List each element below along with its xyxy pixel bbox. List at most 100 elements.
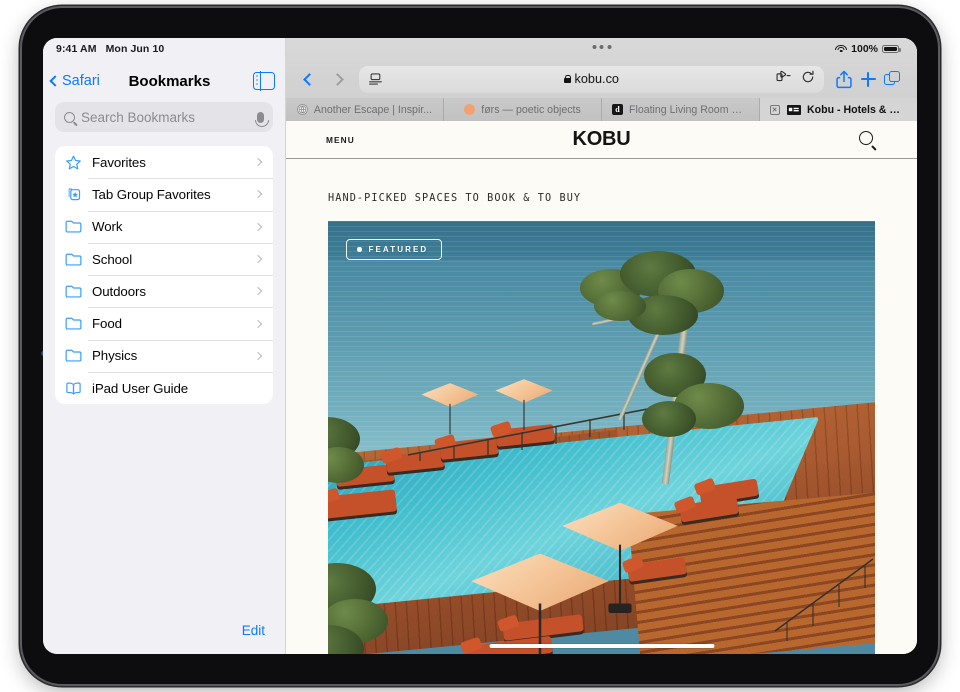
browser-toolbar: kobu.co <box>286 60 917 98</box>
folder-icon <box>65 218 82 235</box>
sidebar-item-outdoors[interactable]: Outdoors <box>55 275 273 307</box>
site-brand-logo[interactable]: KOBU <box>572 128 630 151</box>
wifi-icon <box>835 44 848 54</box>
tab-another-escape[interactable]: Another Escape | Inspir... <box>286 98 444 121</box>
sidebar-toggle-icon[interactable] <box>253 71 275 91</box>
orange-dot-icon <box>464 104 476 115</box>
chevron-left-icon <box>49 75 61 87</box>
tab-overview-button[interactable] <box>881 68 903 90</box>
sidebar-item-physics[interactable]: Physics <box>55 339 273 372</box>
chevron-right-icon <box>253 319 263 328</box>
back-button[interactable] <box>296 66 322 92</box>
tab-strip: Another Escape | Inspir... førs — poetic… <box>286 98 917 121</box>
status-bar-time: 9:41 AM <box>56 43 97 55</box>
status-bar-date: Mon Jun 10 <box>105 43 165 55</box>
chevron-right-icon <box>253 190 263 199</box>
site-menu-button[interactable]: MENU <box>326 135 355 145</box>
site-header: MENU KOBU <box>286 121 917 159</box>
multitask-grabber-icon[interactable] <box>592 45 611 49</box>
sidebar-item-label: School <box>92 251 133 267</box>
page-tagline: HAND-PICKED SPACES TO BOOK & TO BUY <box>328 193 582 204</box>
microphone-icon[interactable] <box>254 111 269 127</box>
sidebar-item-label: Work <box>92 219 123 235</box>
ipad-device-frame: 9:41 AM Mon Jun 10 Safari Bookmarks Sear… <box>19 5 941 687</box>
sidebar-item-ipad-user-guide[interactable]: iPad User Guide <box>55 372 273 404</box>
folder-icon <box>65 283 82 300</box>
dezeen-d-icon: d <box>612 104 623 115</box>
chevron-right-icon <box>253 351 263 361</box>
page-settings-icon[interactable] <box>368 72 383 86</box>
sidebar-item-work[interactable]: Work <box>55 210 273 243</box>
browser-chrome: 100% kobu.co Another Escape | Inspir... … <box>286 38 917 121</box>
badge-dot-icon <box>357 247 362 252</box>
sidebar-toggle-tick <box>255 79 258 81</box>
site-search-icon[interactable] <box>859 130 877 149</box>
share-button[interactable] <box>833 68 855 90</box>
bookmarks-list: Favorites Tab Group Favorites Work Schoo… <box>55 146 273 405</box>
status-bar: 9:41 AM Mon Jun 10 <box>43 38 285 60</box>
tab-label: Kobu - Hotels & Propert... <box>807 103 907 116</box>
folder-icon <box>65 251 82 268</box>
sidebar-item-label: Food <box>92 316 122 332</box>
deck-railing <box>408 406 658 461</box>
forward-button[interactable] <box>324 66 350 92</box>
search-input[interactable]: Search Bookmarks <box>55 102 273 132</box>
tab-label: Another Escape | Inspir... <box>313 103 433 116</box>
chevron-right-icon <box>253 157 263 167</box>
tab-floating-living-room[interactable]: d Floating Living Room Se... <box>602 98 760 121</box>
grabber-dot <box>607 45 611 49</box>
search-placeholder: Search Bookmarks <box>81 109 196 125</box>
plus-icon <box>860 71 876 87</box>
sidebar-item-food[interactable]: Food <box>55 307 273 339</box>
search-container: Search Bookmarks <box>43 102 285 140</box>
tabs-icon <box>884 71 900 87</box>
folder-icon <box>65 347 82 364</box>
chevron-right-icon <box>253 254 263 264</box>
grabber-dot <box>592 45 596 49</box>
sidebar-toggle-tick <box>255 75 258 77</box>
url-display: kobu.co <box>359 72 824 86</box>
folder-icon <box>65 315 82 332</box>
tab-label: Floating Living Room Se... <box>629 103 749 116</box>
home-indicator[interactable] <box>489 643 714 648</box>
new-tab-button[interactable] <box>857 68 879 90</box>
edit-bookmarks-button[interactable]: Edit <box>242 623 265 638</box>
address-bar-actions <box>776 70 815 89</box>
battery-percent-label: 100% <box>851 43 878 55</box>
sidebar-item-label: Physics <box>92 348 138 364</box>
chevron-right-icon <box>253 222 263 231</box>
reload-icon[interactable] <box>801 70 815 89</box>
extensions-puzzle-icon[interactable] <box>776 70 792 88</box>
lock-icon <box>564 75 571 83</box>
safari-browser-pane: 100% kobu.co Another Escape | Inspir... … <box>286 38 917 654</box>
tab-group-star-icon <box>65 186 82 203</box>
tab-fors-poetic-objects[interactable]: førs — poetic objects <box>444 98 602 121</box>
featured-badge-label: FEATURED <box>368 245 429 254</box>
close-icon[interactable] <box>770 104 780 115</box>
kobu-icon <box>787 104 801 115</box>
sidebar-item-label: Favorites <box>92 154 146 170</box>
sidebar-title: Bookmarks <box>128 72 211 90</box>
ipad-screen: 9:41 AM Mon Jun 10 Safari Bookmarks Sear… <box>43 38 917 654</box>
featured-badge[interactable]: FEATURED <box>346 239 443 260</box>
sidebar-item-favorites[interactable]: Favorites <box>55 146 273 178</box>
address-bar[interactable]: kobu.co <box>359 65 824 93</box>
sidebar-item-tab-group-favorites[interactable]: Tab Group Favorites <box>55 178 273 210</box>
sidebar-toggle-tick <box>255 83 258 85</box>
tab-kobu-hotels[interactable]: Kobu - Hotels & Propert... <box>760 98 917 121</box>
hero-image[interactable]: FEATURED <box>328 221 875 654</box>
chevron-right-icon <box>253 287 263 296</box>
deck-railing-right <box>774 558 874 641</box>
sidebar-navigation-bar: Safari Bookmarks <box>43 60 285 102</box>
status-indicators: 100% <box>835 43 901 55</box>
sidebar-item-school[interactable]: School <box>55 242 273 275</box>
star-icon <box>65 154 82 171</box>
chevron-left-icon <box>302 72 316 86</box>
url-text: kobu.co <box>574 72 619 86</box>
tab-label: førs — poetic objects <box>481 103 581 116</box>
web-page-content: MENU KOBU HAND-PICKED SPACES TO BOOK & T… <box>286 121 917 654</box>
battery-icon <box>882 44 901 54</box>
browser-status-bar: 100% <box>286 38 917 60</box>
hero-section: FEATURED <box>328 221 875 654</box>
sidebar-item-label: Tab Group Favorites <box>92 186 211 202</box>
